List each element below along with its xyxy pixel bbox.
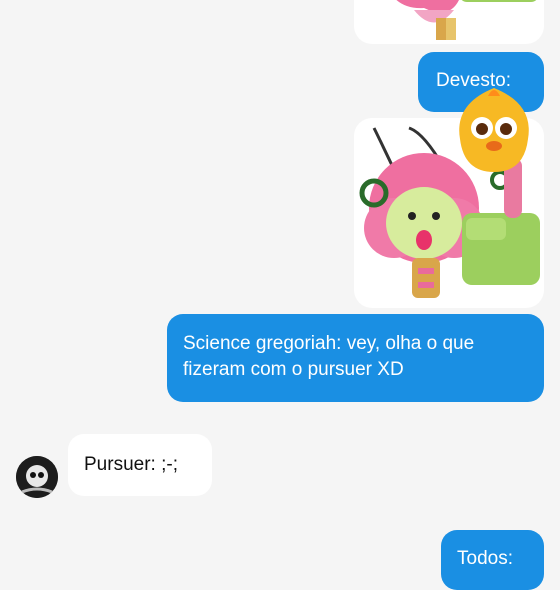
creature-sticker-image <box>396 0 537 40</box>
chick-emoji-icon <box>459 88 529 172</box>
sticker-message-top[interactable] <box>354 0 544 44</box>
user-avatar-image <box>16 456 58 498</box>
message-bubble-pursuer[interactable]: Pursuer: ;-; <box>68 434 212 496</box>
message-bubble-science-gregoriah[interactable]: Science gregoriah: vey, olha o que fizer… <box>167 314 544 402</box>
message-bubble-todos[interactable]: Todos: <box>441 530 544 590</box>
avatar[interactable] <box>16 456 58 498</box>
message-text: Pursuer: ;-; <box>84 454 178 475</box>
reaction-sticker[interactable] <box>454 84 534 174</box>
message-text: Todos: <box>457 548 513 569</box>
message-text: Science gregoriah: vey, olha o que fizer… <box>183 333 475 380</box>
